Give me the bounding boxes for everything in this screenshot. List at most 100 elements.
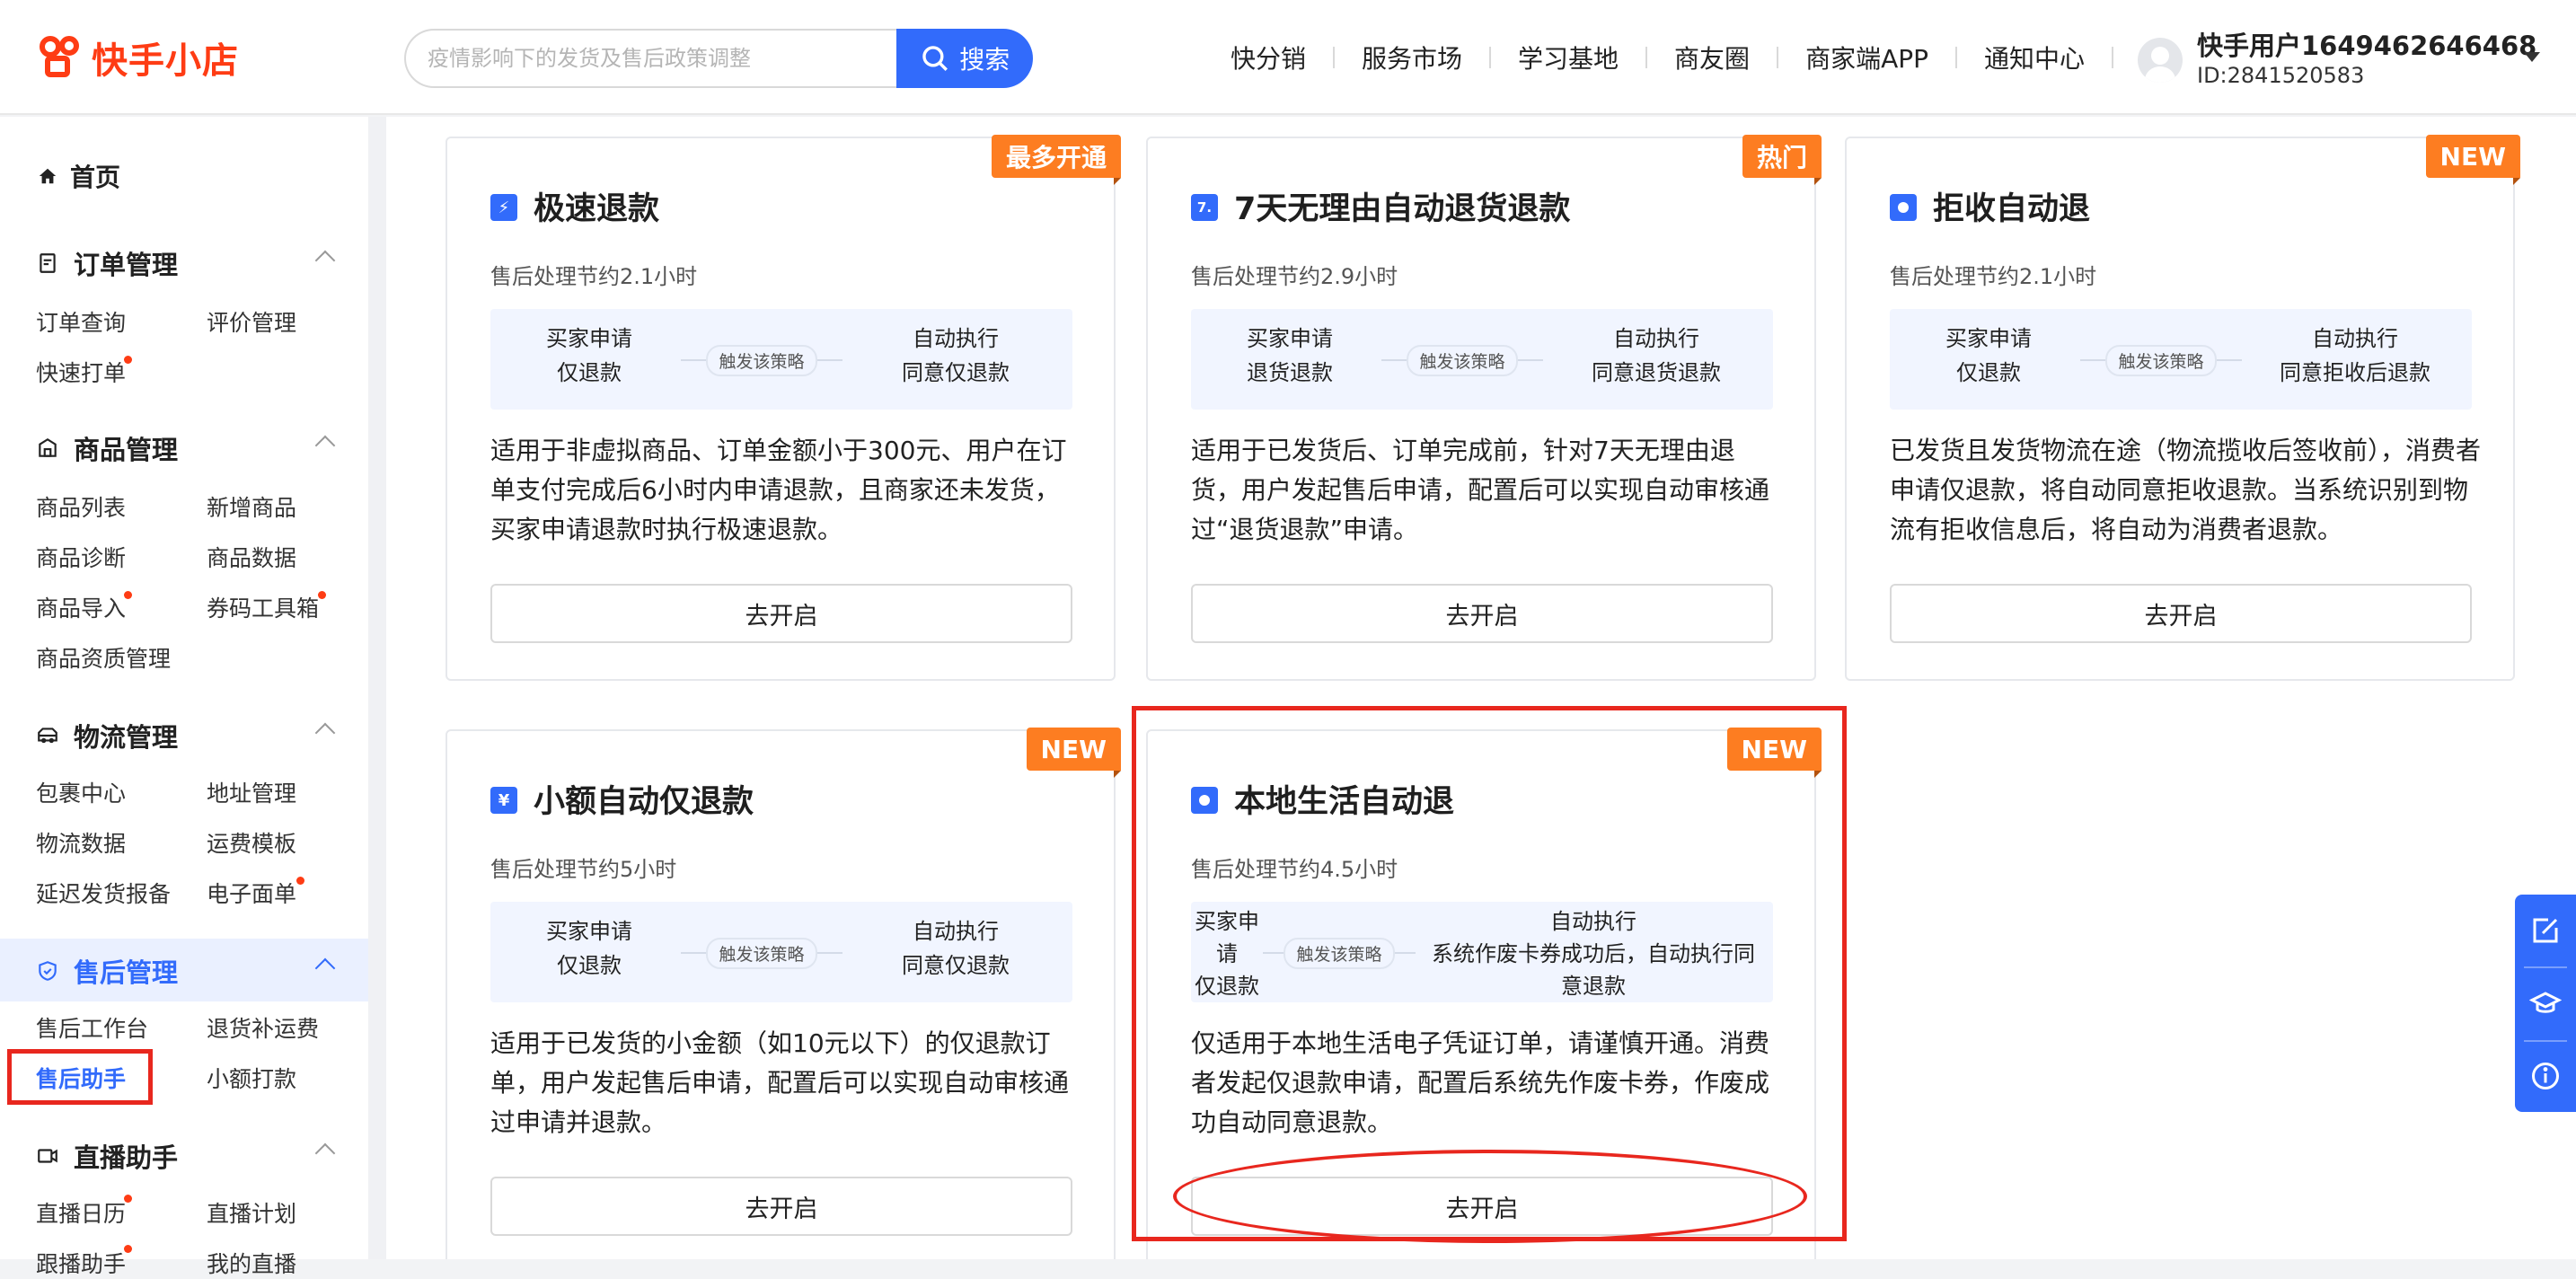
- search-button[interactable]: 搜索: [896, 29, 1033, 88]
- user-menu[interactable]: 快手用户1649462646468 ID:2841520583: [2138, 22, 2560, 93]
- notification-dot: [296, 877, 304, 885]
- sidebar-group-after-sales[interactable]: 售后管理: [36, 952, 336, 990]
- sidebar-group-orders[interactable]: 订单管理: [36, 244, 336, 282]
- status-badge: NEW: [1026, 728, 1122, 778]
- strategy-card-fast-refund: 最多开通 ⚡ 极速退款 售后处理节约2.1小时 买家申请 仅退款 触发该策略 自动…: [446, 135, 1122, 681]
- sidebar-item-freight-template[interactable]: 运费模板: [207, 826, 296, 859]
- lightning-icon: ⚡: [487, 190, 517, 221]
- nav-kuaifenxiao[interactable]: 快分销: [1204, 40, 1333, 75]
- sidebar-item-order-query[interactable]: 订单查询: [36, 305, 126, 338]
- card-description: 适用于已发货后、订单完成前，针对7天无理由退货，用户发起售后申请，配置后可以实现…: [1191, 436, 1770, 544]
- strategy-flow: 买家申请 仅退款 触发该策略 自动执行 同意仅退款: [490, 902, 1072, 1002]
- sidebar-group-label: 物流管理: [74, 722, 179, 753]
- search-icon: [922, 46, 948, 71]
- strategy-flow: 买家申请 仅退款 触发该策略 自动执行 同意拒收后退款: [1890, 309, 2472, 410]
- sidebar-gutter: [368, 117, 386, 1259]
- flow-action: 自动执行 同意仅退款: [902, 919, 1010, 978]
- sidebar-item-e-waybill[interactable]: 电子面单: [207, 877, 296, 909]
- notification-dot: [124, 591, 132, 599]
- sidebar-item-goods-import[interactable]: 商品导入: [36, 591, 126, 623]
- logo-text: 快手小店: [92, 40, 239, 82]
- sidebar-item-logistics-data[interactable]: 物流数据: [36, 826, 126, 859]
- nav-merchant-app[interactable]: 商家端APP: [1778, 40, 1955, 75]
- reject-icon: [1886, 190, 1917, 221]
- flow-action: 自动执行 同意仅退款: [902, 326, 1010, 385]
- seven-day-icon: 7.: [1187, 190, 1218, 221]
- avatar: [2138, 38, 2183, 83]
- enable-button[interactable]: 去开启: [490, 1177, 1072, 1236]
- info-icon: [2532, 1063, 2559, 1089]
- search-input[interactable]: [404, 29, 897, 88]
- sidebar-item-live-calendar[interactable]: 直播日历: [36, 1196, 126, 1229]
- logo-mark-icon: [40, 36, 83, 79]
- sidebar-item-package-center[interactable]: 包裹中心: [36, 776, 126, 808]
- flow-trigger: 买家申请仅退款: [546, 919, 632, 978]
- info-button[interactable]: [2515, 1040, 2576, 1112]
- sidebar-item-goods-qualification[interactable]: 商品资质管理: [36, 641, 171, 674]
- feedback-button[interactable]: [2515, 895, 2576, 966]
- nav-learning-base[interactable]: 学习基地: [1491, 40, 1645, 75]
- annotation-highlight-ellipse: [1173, 1150, 1807, 1243]
- order-icon: [40, 253, 56, 273]
- enable-button[interactable]: 去开启: [1890, 584, 2472, 643]
- status-badge: 热门: [1742, 135, 1822, 185]
- sidebar-item-coupon-toolbox[interactable]: 券码工具箱: [207, 591, 319, 623]
- strategy-card-7day-return: 热门 7. 7天无理由自动退货退款 售后处理节约2.9小时 买家申请 退货退款 触…: [1146, 135, 1822, 681]
- sidebar-item-small-payment[interactable]: 小额打款: [207, 1062, 296, 1094]
- sidebar-item-home[interactable]: 首页: [38, 158, 120, 194]
- sidebar-group-label: 直播助手: [74, 1142, 179, 1173]
- nav-service-market[interactable]: 服务市场: [1335, 40, 1489, 75]
- strategy-card-small-refund: NEW ¥ 小额自动仅退款 售后处理节约5小时 买家申请 仅退款 触发该策略 自动…: [446, 728, 1122, 1259]
- graduation-cap-icon: [2529, 992, 2562, 1013]
- status-badge: 最多开通: [991, 135, 1122, 185]
- sidebar-item-add-goods[interactable]: 新增商品: [207, 490, 296, 523]
- sidebar-item-review-management[interactable]: 评价管理: [207, 305, 296, 338]
- sidebar-group-logistics[interactable]: 物流管理: [36, 717, 336, 754]
- sidebar-item-goods-data[interactable]: 商品数据: [207, 541, 296, 573]
- sidebar-item-live-plan[interactable]: 直播计划: [207, 1196, 296, 1229]
- sidebar-item-goods-diagnosis[interactable]: 商品诊断: [36, 541, 126, 573]
- card-title: 7天无理由自动退货退款: [1234, 191, 1571, 227]
- nav-notification-center[interactable]: 通知中心: [1957, 40, 2112, 75]
- chevron-up-icon: [314, 1142, 336, 1164]
- card-description: 已发货且发货物流在途（物流揽收后签收前），消费者申请仅退款，将自动同意拒收退款。…: [1890, 436, 2482, 544]
- sidebar-item-return-shipping-fee[interactable]: 退货补运费: [207, 1011, 319, 1044]
- flow-connector: 触发该策略: [2080, 344, 2242, 376]
- flow-connector: 触发该策略: [1381, 344, 1543, 376]
- card-subtitle: 售后处理节约2.1小时: [1890, 264, 2097, 289]
- sidebar-group-live[interactable]: 直播助手: [36, 1137, 336, 1175]
- card-description: 适用于已发货的小金额（如10元以下）的仅退款订单，用户发起售后申请，配置后可以实…: [490, 1028, 1070, 1137]
- sidebar-item-my-live[interactable]: 我的直播: [207, 1247, 296, 1279]
- card-subtitle: 售后处理节约2.9小时: [1191, 264, 1398, 289]
- sidebar-item-goods-list[interactable]: 商品列表: [36, 490, 126, 523]
- sidebar-item-delay-shipping-report[interactable]: 延迟发货报备: [36, 877, 171, 909]
- sidebar-group-label: 售后管理: [74, 957, 179, 988]
- chevron-up-icon: [314, 957, 336, 979]
- sidebar-item-after-sales-workbench[interactable]: 售后工作台: [36, 1011, 148, 1044]
- sidebar-item-address-management[interactable]: 地址管理: [207, 776, 296, 808]
- flow-trigger: 买家申请仅退款: [1945, 326, 2032, 385]
- enable-button[interactable]: 去开启: [490, 584, 1072, 643]
- caret-down-icon[interactable]: [2524, 52, 2540, 62]
- enable-button[interactable]: 去开启: [1191, 584, 1773, 643]
- chevron-up-icon: [314, 250, 336, 271]
- truck-icon: [38, 728, 57, 744]
- live-icon: [38, 1149, 57, 1163]
- kuaishou-shop-logo[interactable]: 快手小店: [40, 32, 239, 83]
- sidebar-group-label: 商品管理: [74, 435, 179, 465]
- chevron-up-icon: [314, 435, 336, 456]
- card-title: 小额自动仅退款: [534, 784, 754, 820]
- learning-button[interactable]: [2515, 968, 2576, 1040]
- sidebar-item-follow-assistant[interactable]: 跟播助手: [36, 1247, 126, 1279]
- sidebar-home-label: 首页: [70, 163, 121, 192]
- card-subtitle: 售后处理节约2.1小时: [490, 264, 698, 289]
- notification-dot: [124, 356, 132, 364]
- nav-merchant-circle[interactable]: 商友圈: [1647, 40, 1777, 75]
- sidebar-item-quick-print[interactable]: 快速打单: [36, 356, 126, 388]
- sidebar-group-goods[interactable]: 商品管理: [36, 429, 336, 467]
- floating-toolbar: [2515, 895, 2576, 1112]
- card-title: 拒收自动退: [1933, 191, 2091, 227]
- user-id: ID:2841520583: [2197, 63, 2365, 88]
- strategy-card-reject-auto-refund: NEW 拒收自动退 售后处理节约2.1小时 买家申请 仅退款 触发该策略 自动执行…: [1845, 135, 2521, 681]
- top-nav: 快分销 服务市场 学习基地 商友圈 商家端APP 通知中心: [1204, 40, 2114, 75]
